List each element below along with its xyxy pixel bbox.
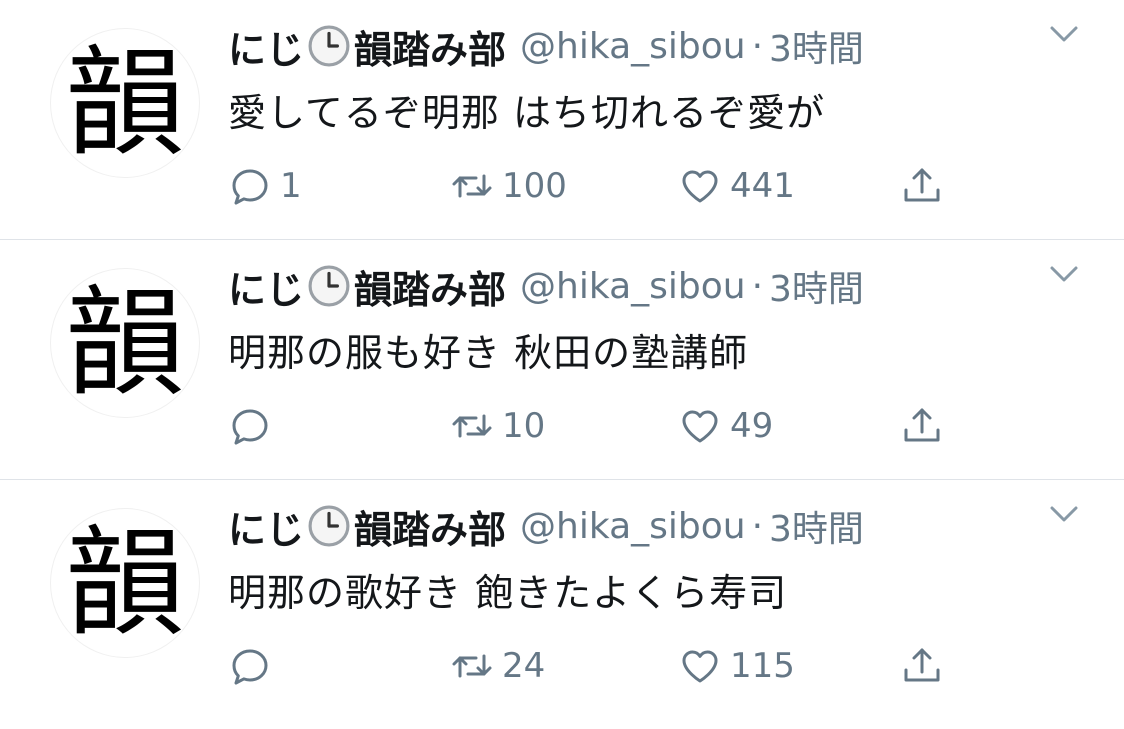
- timestamp[interactable]: 3時間: [769, 20, 864, 72]
- clock-emoji-icon: [308, 265, 350, 307]
- share-button[interactable]: [900, 398, 944, 454]
- like-count: 49: [730, 406, 774, 446]
- like-button[interactable]: 441: [678, 158, 795, 214]
- share-button[interactable]: [900, 638, 944, 694]
- heart-icon: [682, 170, 718, 203]
- chevron-down-icon[interactable]: [1044, 254, 1084, 294]
- tweet-header: にじ 韻踏み部 @hika_sibou · 3時間: [228, 258, 1094, 314]
- avatar[interactable]: 韻: [50, 28, 200, 178]
- retweet-button[interactable]: 10: [450, 398, 545, 454]
- display-name[interactable]: にじ 韻踏み部: [228, 499, 506, 554]
- like-count: 441: [730, 166, 795, 206]
- tweet-text: 明那の歌好き 飽きたよくら寿司: [228, 571, 788, 615]
- user-handle[interactable]: @hika_sibou: [520, 266, 746, 307]
- separator-dot: ·: [751, 505, 764, 547]
- clock-emoji-icon: [308, 25, 350, 67]
- separator-dot: ·: [751, 265, 764, 307]
- reply-icon: [232, 409, 268, 445]
- share-icon: [904, 168, 940, 202]
- reply-icon: [232, 169, 268, 205]
- retweet-button[interactable]: 100: [450, 158, 567, 214]
- chevron-down-icon[interactable]: [1044, 14, 1084, 54]
- display-name[interactable]: にじ 韻踏み部: [228, 259, 506, 314]
- retweet-button[interactable]: 24: [450, 638, 545, 694]
- tweet-actions: 10 49: [228, 398, 1124, 454]
- reply-button[interactable]: [228, 398, 280, 454]
- retweet-count: 100: [502, 166, 567, 206]
- display-name-suffix: 韻踏み部: [354, 27, 507, 72]
- tweet-actions: 1 100 441: [228, 158, 1124, 214]
- heart-icon: [682, 650, 718, 683]
- display-name[interactable]: にじ 韻踏み部: [228, 19, 506, 74]
- separator-dot: ·: [751, 25, 764, 67]
- like-count: 115: [730, 646, 795, 686]
- heart-icon: [682, 410, 718, 443]
- reply-button[interactable]: [228, 638, 280, 694]
- share-icon: [904, 408, 940, 442]
- like-button[interactable]: 49: [678, 398, 773, 454]
- clock-emoji-icon: [308, 505, 350, 547]
- tweet[interactable]: 韻 にじ 韻踏み部 @hika_sibou · 3時間 愛してるぞ明那 はち切れ…: [0, 0, 1124, 240]
- retweet-count: 10: [502, 406, 546, 446]
- retweet-icon: [452, 654, 492, 678]
- timestamp[interactable]: 3時間: [769, 500, 864, 552]
- display-name-prefix: にじ: [228, 507, 305, 552]
- retweet-icon: [452, 174, 492, 198]
- avatar[interactable]: 韻: [50, 268, 200, 418]
- user-handle[interactable]: @hika_sibou: [520, 26, 746, 67]
- share-icon: [904, 648, 940, 682]
- reply-icon: [232, 649, 268, 685]
- tweet-text: 愛してるぞ明那 はち切れるぞ愛が: [228, 91, 825, 135]
- display-name-suffix: 韻踏み部: [354, 507, 507, 552]
- user-handle[interactable]: @hika_sibou: [520, 506, 746, 547]
- display-name-suffix: 韻踏み部: [354, 267, 507, 312]
- tweet[interactable]: 韻 にじ 韻踏み部 @hika_sibou · 3時間 明那の服も好き 秋田の塾…: [0, 240, 1124, 480]
- like-button[interactable]: 115: [678, 638, 795, 694]
- chevron-down-icon[interactable]: [1044, 494, 1084, 534]
- tweet-actions: 24 115: [228, 638, 1124, 694]
- avatar[interactable]: 韻: [50, 508, 200, 658]
- retweet-icon: [452, 414, 492, 438]
- display-name-prefix: にじ: [228, 267, 305, 312]
- tweet-text: 明那の服も好き 秋田の塾講師: [228, 331, 749, 375]
- reply-count: 1: [280, 166, 302, 206]
- timestamp[interactable]: 3時間: [769, 260, 864, 312]
- display-name-prefix: にじ: [228, 27, 305, 72]
- retweet-count: 24: [502, 646, 546, 686]
- tweet-header: にじ 韻踏み部 @hika_sibou · 3時間: [228, 498, 1094, 554]
- timeline: 韻 にじ 韻踏み部 @hika_sibou · 3時間 愛してるぞ明那 はち切れ…: [0, 0, 1124, 720]
- tweet-header: にじ 韻踏み部 @hika_sibou · 3時間: [228, 18, 1094, 74]
- tweet[interactable]: 韻 にじ 韻踏み部 @hika_sibou · 3時間 明那の歌好き 飽きたよく…: [0, 480, 1124, 720]
- share-button[interactable]: [900, 158, 944, 214]
- reply-button[interactable]: 1: [228, 158, 302, 214]
